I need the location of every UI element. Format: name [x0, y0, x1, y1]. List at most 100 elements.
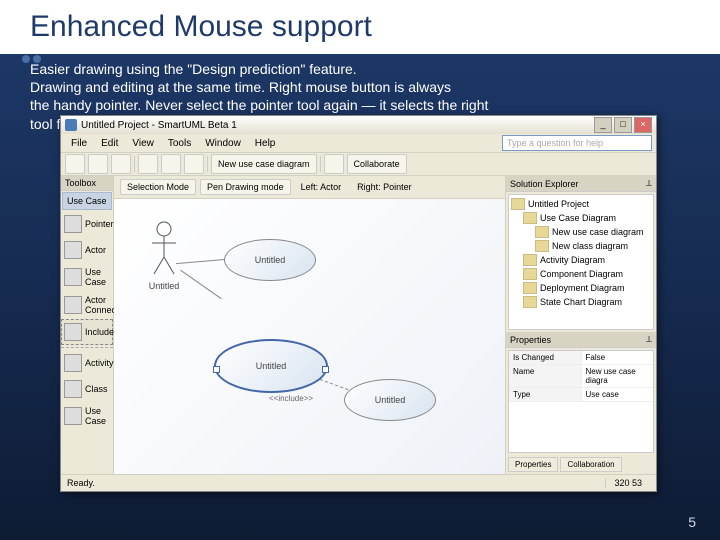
tree-label: Activity Diagram [540, 255, 605, 265]
toolbar-button[interactable] [111, 154, 131, 174]
tree-label: State Chart Diagram [540, 297, 622, 307]
property-row[interactable]: NameNew use case diagra [509, 365, 653, 388]
selection-mode-button[interactable]: Selection Mode [120, 179, 196, 195]
close-button[interactable]: × [634, 117, 652, 133]
app-body: Toolbox Use Case Pointer Actor Use Case … [61, 176, 656, 474]
diagram-canvas[interactable]: Untitled Untitled Untitled <<include>> U… [114, 199, 505, 474]
toolbar-button[interactable] [184, 154, 204, 174]
subtitle-line: Easier drawing using the "Design predict… [30, 61, 357, 77]
toolbox-item-includes[interactable]: Includes [61, 319, 113, 345]
window-titlebar[interactable]: Untitled Project - SmartUML Beta 1 _ □ × [61, 116, 656, 134]
separator-icon [61, 347, 113, 348]
toolbox-label: Actor [85, 245, 106, 255]
subtitle-line: Drawing and editing at the same time. Ri… [30, 79, 451, 95]
folder-icon [523, 282, 537, 294]
toolbox-item-connector[interactable]: Actor Connector [61, 291, 113, 319]
include-line[interactable] [320, 379, 349, 390]
includes-icon [64, 323, 82, 341]
properties-grid[interactable]: Is ChangedFalse NameNew use case diagra … [508, 350, 654, 453]
property-key: Is Changed [509, 351, 582, 364]
pointer-icon [64, 215, 82, 233]
pin-icon[interactable]: ⟂ [646, 178, 652, 189]
usecase-shape[interactable]: Untitled [344, 379, 436, 421]
tree-item[interactable]: Activity Diagram [511, 253, 651, 267]
window-controls: _ □ × [594, 117, 652, 133]
property-value[interactable]: False [582, 351, 654, 364]
toolbox-item-pointer[interactable]: Pointer [61, 211, 113, 237]
menu-window[interactable]: Window [199, 137, 247, 150]
activity-icon [64, 354, 82, 372]
shape-label: Untitled [255, 255, 286, 265]
right-panel-group: Solution Explorer⟂ Untitled Project Use … [505, 176, 656, 474]
tree-label: Untitled Project [528, 199, 589, 209]
stickfigure-icon [144, 219, 184, 279]
slide: Enhanced Mouse support Easier drawing us… [0, 0, 720, 540]
tree-item[interactable]: Deployment Diagram [511, 281, 651, 295]
actor-shape[interactable]: Untitled [144, 219, 184, 299]
menu-file[interactable]: File [65, 137, 93, 150]
toolbar-button[interactable] [161, 154, 181, 174]
property-row[interactable]: TypeUse case [509, 388, 653, 402]
pin-icon[interactable]: ⟂ [646, 334, 652, 345]
tree-label: Deployment Diagram [540, 283, 625, 293]
tree-item[interactable]: New class diagram [511, 239, 651, 253]
tree-item[interactable]: Component Diagram [511, 267, 651, 281]
help-search-input[interactable]: Type a question for help [502, 135, 652, 151]
property-row[interactable]: Is ChangedFalse [509, 351, 653, 365]
toolbox-category-class[interactable]: Class [61, 376, 113, 402]
usecase-shape-selected[interactable]: Untitled [214, 339, 328, 393]
project-icon [511, 198, 525, 210]
tree-label: Use Case Diagram [540, 213, 616, 223]
slide-title: Enhanced Mouse support [0, 0, 720, 54]
toolbar: New use case diagram Collaborate [61, 153, 656, 176]
toolbox-label: Use Case [85, 406, 110, 426]
toolbar-button[interactable] [324, 154, 344, 174]
tree-item[interactable]: State Chart Diagram [511, 295, 651, 309]
menu-edit[interactable]: Edit [95, 137, 124, 150]
solution-explorer-header: Solution Explorer⟂ [506, 176, 656, 192]
toolbar-button[interactable] [88, 154, 108, 174]
actor-label: Untitled [144, 281, 184, 291]
tree-item[interactable]: Use Case Diagram [511, 211, 651, 225]
property-key: Name [509, 365, 582, 387]
right-tool-label: Right: Pointer [351, 180, 418, 194]
app-window: Untitled Project - SmartUML Beta 1 _ □ ×… [60, 115, 657, 492]
usecase-shape[interactable]: Untitled [224, 239, 316, 281]
toolbox-item-usecase[interactable]: Use Case [61, 263, 113, 291]
include-label: <<include>> [269, 394, 313, 403]
maximize-button[interactable]: □ [614, 117, 632, 133]
menu-tools[interactable]: Tools [162, 137, 197, 150]
collaborate-button[interactable]: Collaborate [347, 154, 407, 174]
tab-properties[interactable]: Properties [508, 457, 558, 472]
toolbox-item-actor[interactable]: Actor [61, 237, 113, 263]
usecase-icon [64, 407, 82, 425]
tab-collaboration[interactable]: Collaboration [560, 457, 621, 472]
diagram-icon [535, 240, 549, 252]
toolbar-button[interactable] [138, 154, 158, 174]
properties-header: Properties ⟂ [506, 332, 656, 348]
toolbar-button[interactable] [65, 154, 85, 174]
tree-item[interactable]: New use case diagram [511, 225, 651, 239]
association-line[interactable] [180, 270, 222, 299]
minimize-button[interactable]: _ [594, 117, 612, 133]
app-icon [65, 119, 77, 131]
property-value[interactable]: New use case diagra [582, 365, 654, 387]
panel-title: Properties [510, 335, 551, 345]
new-diagram-dropdown[interactable]: New use case diagram [211, 154, 317, 174]
tree-label: New use case diagram [552, 227, 644, 237]
folder-icon [523, 212, 537, 224]
actor-icon [64, 241, 82, 259]
menu-view[interactable]: View [126, 137, 160, 150]
toolbox-category-activity[interactable]: Activity [61, 350, 113, 376]
solution-tree[interactable]: Untitled Project Use Case Diagram New us… [508, 194, 654, 330]
property-value[interactable]: Use case [582, 388, 654, 401]
tree-label: Component Diagram [540, 269, 623, 279]
pen-mode-button[interactable]: Pen Drawing mode [200, 179, 291, 195]
menu-help[interactable]: Help [249, 137, 282, 150]
toolbox-category-usecase[interactable]: Use Case [61, 402, 113, 430]
tree-root[interactable]: Untitled Project [511, 197, 651, 211]
toolbox-header: Toolbox [61, 176, 113, 191]
bullet-icon [22, 55, 30, 63]
toolbox-category[interactable]: Use Case [62, 192, 112, 210]
separator-icon [320, 156, 321, 172]
